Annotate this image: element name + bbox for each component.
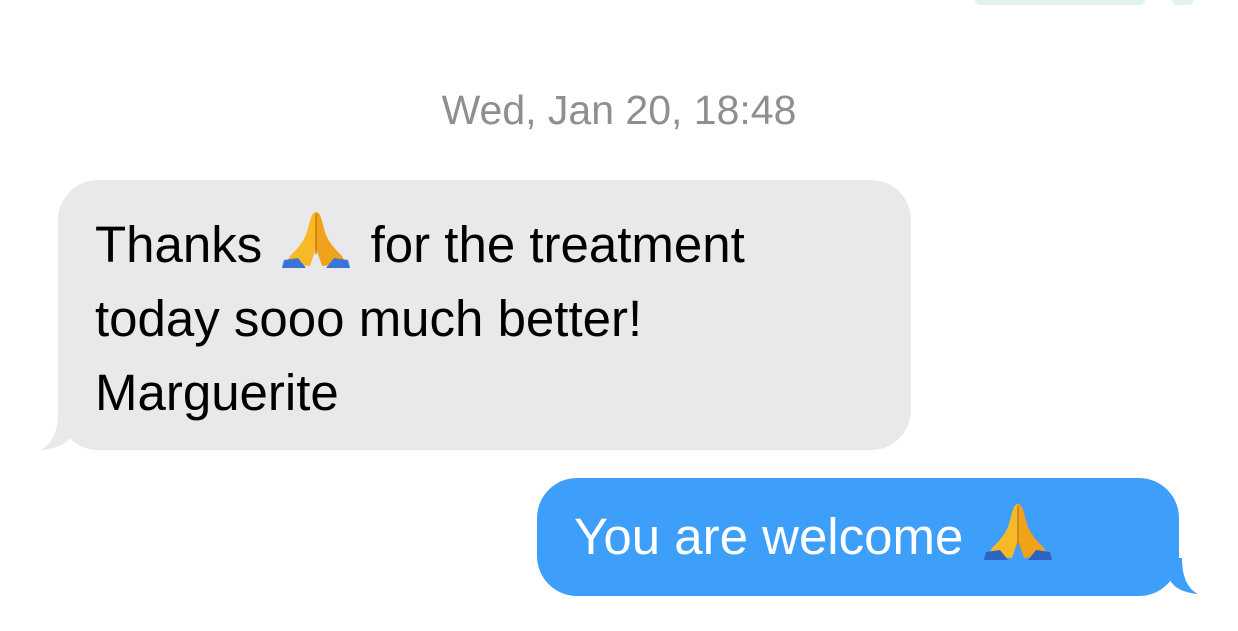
- incoming-message-bubble[interactable]: Thanks for the treatment today sooo much…: [58, 180, 911, 450]
- folded-hands-icon: [983, 504, 1052, 560]
- message-line: You are welcome: [574, 500, 1159, 574]
- message-text: Thanks: [95, 216, 263, 273]
- previous-message-bubble-edge: [975, 0, 1145, 5]
- message-line: today sooo much better!: [95, 290, 643, 347]
- outgoing-message-bubble[interactable]: You are welcome: [537, 478, 1179, 596]
- message-timestamp: Wed, Jan 20, 18:48: [441, 87, 797, 133]
- message-signature: Marguerite: [95, 364, 339, 421]
- message-text: for the treatment: [370, 216, 745, 273]
- folded-hands-icon: [282, 212, 351, 268]
- message-text: You are welcome: [574, 508, 964, 565]
- message-line: Thanks for the treatment: [95, 208, 881, 282]
- previous-message-tail-edge: [1172, 0, 1194, 5]
